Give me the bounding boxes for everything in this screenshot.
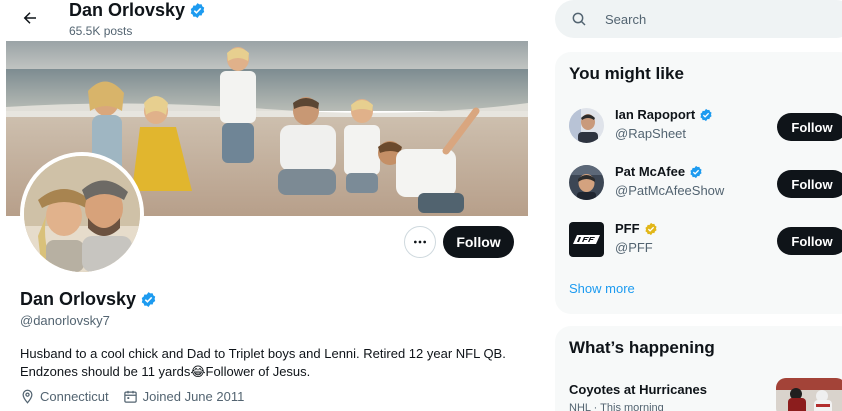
profile-column: Dan Orlovsky 65.5K posts Follow Dan Orlo…	[0, 0, 535, 411]
arrow-left-icon	[23, 12, 36, 24]
verified-badge-icon	[190, 3, 205, 18]
suggested-account[interactable]: Pat McAfee @PatMcAfeeShow Follow	[569, 161, 842, 201]
calendar-icon	[123, 390, 137, 403]
show-more-link[interactable]: Show more	[569, 281, 635, 296]
back-button[interactable]	[14, 4, 46, 32]
gold-verified-badge-icon	[645, 222, 657, 235]
search-input[interactable]: Search	[555, 0, 842, 38]
account-handle: @RapSheet	[615, 126, 687, 141]
more-options-button[interactable]	[404, 226, 436, 258]
verified-badge-icon	[700, 108, 712, 121]
bio-line-1: Husband to a cool chick and Dad to Tripl…	[20, 346, 506, 361]
trend-thumbnail[interactable]	[776, 378, 842, 411]
more-dots-icon	[414, 240, 426, 244]
trend-title: Coyotes at Hurricanes	[569, 382, 707, 397]
location-pin-icon	[22, 389, 33, 404]
location-item: Connecticut	[20, 389, 109, 404]
bio-line-2: Endzones should be 11 yards😂Follower of …	[20, 364, 311, 379]
suggested-account[interactable]: Ian Rapoport @RapSheet Follow	[569, 104, 842, 144]
profile-avatar[interactable]	[20, 152, 144, 276]
account-name: PFF	[615, 221, 658, 236]
header-name: Dan Orlovsky	[69, 0, 206, 21]
account-name: Ian Rapoport	[615, 107, 713, 122]
joined-text: Joined June 2011	[142, 389, 245, 404]
you-might-like-card: You might like Ian Rapoport @RapSheet Fo…	[555, 52, 842, 314]
header-name-text: Dan Orlovsky	[69, 0, 186, 20]
avatar-photo	[569, 165, 604, 200]
you-might-like-title: You might like	[569, 64, 684, 83]
whats-happening-title: What’s happening	[569, 338, 715, 357]
avatar-photo	[24, 156, 140, 272]
whats-happening-card: What’s happening Coyotes at Hurricanes N…	[555, 326, 842, 411]
follow-button[interactable]: Follow	[777, 170, 842, 198]
account-avatar[interactable]	[569, 108, 604, 143]
account-name-text: Pat McAfee	[615, 164, 686, 179]
follow-button[interactable]: Follow	[777, 113, 842, 141]
profile-handle: @danorlovsky7	[20, 313, 110, 328]
follow-button[interactable]: Follow	[443, 226, 514, 258]
account-name-text: Ian Rapoport	[615, 107, 696, 122]
profile-meta: Connecticut Joined June 2011	[20, 389, 244, 404]
right-sidebar: Search You might like Ian Rapoport @RapS…	[555, 0, 842, 411]
account-avatar[interactable]	[569, 165, 604, 200]
joined-item: Joined June 2011	[123, 389, 245, 404]
trend-meta: NHL · This morning	[569, 402, 664, 411]
search-placeholder: Search	[605, 11, 647, 27]
suggested-account[interactable]: PFF @PFF Follow	[569, 218, 842, 258]
pff-logo-icon	[569, 222, 604, 257]
account-name: Pat McAfee	[615, 164, 703, 179]
profile-name: Dan Orlovsky	[20, 289, 157, 310]
avatar-photo	[569, 108, 604, 143]
follow-button[interactable]: Follow	[777, 227, 842, 255]
account-handle: @PatMcAfeeShow	[615, 183, 725, 198]
profile-header-bar: Dan Orlovsky 65.5K posts	[0, 0, 535, 41]
account-avatar[interactable]	[569, 222, 604, 257]
search-icon	[572, 12, 586, 26]
account-name-text: PFF	[615, 221, 640, 236]
location-text: Connecticut	[40, 389, 109, 404]
verified-badge-icon	[690, 165, 702, 178]
profile-bio: Husband to a cool chick and Dad to Tripl…	[20, 345, 520, 381]
account-handle: @PFF	[615, 240, 653, 255]
hockey-photo	[776, 378, 842, 411]
profile-name-text: Dan Orlovsky	[20, 289, 137, 309]
verified-badge-icon[interactable]	[140, 291, 157, 308]
post-count: 65.5K posts	[69, 24, 133, 38]
